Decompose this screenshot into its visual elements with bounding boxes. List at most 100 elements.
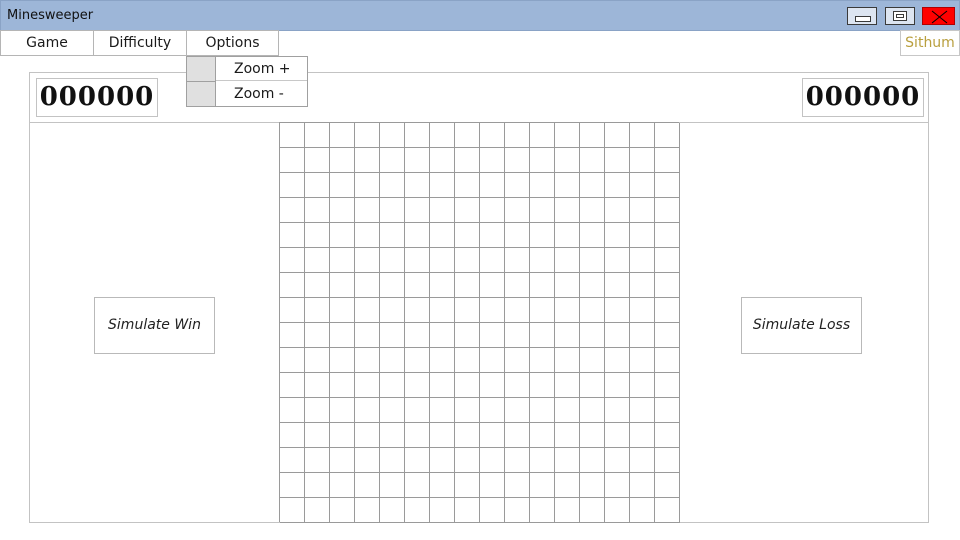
board-cell[interactable] [530,273,555,298]
board-cell[interactable] [455,498,480,523]
board-cell[interactable] [555,323,580,348]
board-cell[interactable] [555,423,580,448]
board-cell[interactable] [330,198,355,223]
board-cell[interactable] [580,248,605,273]
board-cell[interactable] [605,448,630,473]
board-cell[interactable] [355,248,380,273]
board-cell[interactable] [530,398,555,423]
board-cell[interactable] [455,198,480,223]
board-cell[interactable] [430,198,455,223]
board-cell[interactable] [605,498,630,523]
board-cell[interactable] [580,398,605,423]
board-cell[interactable] [505,173,530,198]
board-cell[interactable] [305,348,330,373]
board-cell[interactable] [655,148,680,173]
board-cell[interactable] [505,423,530,448]
board-cell[interactable] [380,273,405,298]
close-button[interactable] [922,7,955,25]
board-cell[interactable] [305,173,330,198]
board-cell[interactable] [505,373,530,398]
board-cell[interactable] [405,473,430,498]
board-cell[interactable] [280,173,305,198]
board-cell[interactable] [630,398,655,423]
board-cell[interactable] [530,198,555,223]
board-cell[interactable] [555,173,580,198]
board-cell[interactable] [555,148,580,173]
board-cell[interactable] [280,348,305,373]
board-cell[interactable] [580,223,605,248]
board-cell[interactable] [280,123,305,148]
board-cell[interactable] [605,223,630,248]
board-cell[interactable] [280,148,305,173]
board-cell[interactable] [480,398,505,423]
board-cell[interactable] [630,448,655,473]
board-cell[interactable] [455,473,480,498]
board-cell[interactable] [530,123,555,148]
board-cell[interactable] [505,498,530,523]
board-cell[interactable] [530,423,555,448]
menu-item-zoom-out[interactable]: Zoom - [216,82,307,106]
board-cell[interactable] [305,498,330,523]
board-cell[interactable] [455,423,480,448]
board-cell[interactable] [630,173,655,198]
board-cell[interactable] [455,448,480,473]
board-cell[interactable] [330,498,355,523]
board-cell[interactable] [330,223,355,248]
board-cell[interactable] [280,248,305,273]
board-cell[interactable] [380,323,405,348]
board-cell[interactable] [655,323,680,348]
board-cell[interactable] [655,248,680,273]
board-cell[interactable] [630,273,655,298]
board-cell[interactable] [380,123,405,148]
board-cell[interactable] [330,423,355,448]
board-cell[interactable] [305,373,330,398]
board-cell[interactable] [630,223,655,248]
board-cell[interactable] [405,273,430,298]
board-cell[interactable] [605,473,630,498]
board-cell[interactable] [305,273,330,298]
board-cell[interactable] [430,273,455,298]
board-cell[interactable] [580,448,605,473]
board-cell[interactable] [580,498,605,523]
board-cell[interactable] [280,273,305,298]
board-cell[interactable] [555,198,580,223]
board-cell[interactable] [630,498,655,523]
board-cell[interactable] [605,273,630,298]
board-cell[interactable] [330,473,355,498]
board-cell[interactable] [605,398,630,423]
menu-difficulty[interactable]: Difficulty [93,30,187,56]
board-cell[interactable] [480,198,505,223]
board-cell[interactable] [405,248,430,273]
board-cell[interactable] [405,398,430,423]
board-cell[interactable] [505,223,530,248]
board-cell[interactable] [605,423,630,448]
board-cell[interactable] [605,298,630,323]
board-cell[interactable] [580,473,605,498]
board-cell[interactable] [630,423,655,448]
board-cell[interactable] [330,298,355,323]
board-cell[interactable] [280,448,305,473]
board-cell[interactable] [480,348,505,373]
board-cell[interactable] [430,398,455,423]
board-cell[interactable] [530,348,555,373]
board-cell[interactable] [480,223,505,248]
board-cell[interactable] [655,273,680,298]
board-cell[interactable] [630,148,655,173]
board-cell[interactable] [330,398,355,423]
board-cell[interactable] [355,198,380,223]
board-cell[interactable] [655,373,680,398]
board-cell[interactable] [380,148,405,173]
board-cell[interactable] [405,448,430,473]
board-cell[interactable] [455,398,480,423]
board-cell[interactable] [655,423,680,448]
board-cell[interactable] [355,448,380,473]
board-cell[interactable] [355,273,380,298]
board-cell[interactable] [655,448,680,473]
board-cell[interactable] [405,323,430,348]
board-cell[interactable] [455,148,480,173]
board-cell[interactable] [505,348,530,373]
board-cell[interactable] [455,173,480,198]
board-cell[interactable] [380,173,405,198]
board-cell[interactable] [455,298,480,323]
board-cell[interactable] [580,173,605,198]
